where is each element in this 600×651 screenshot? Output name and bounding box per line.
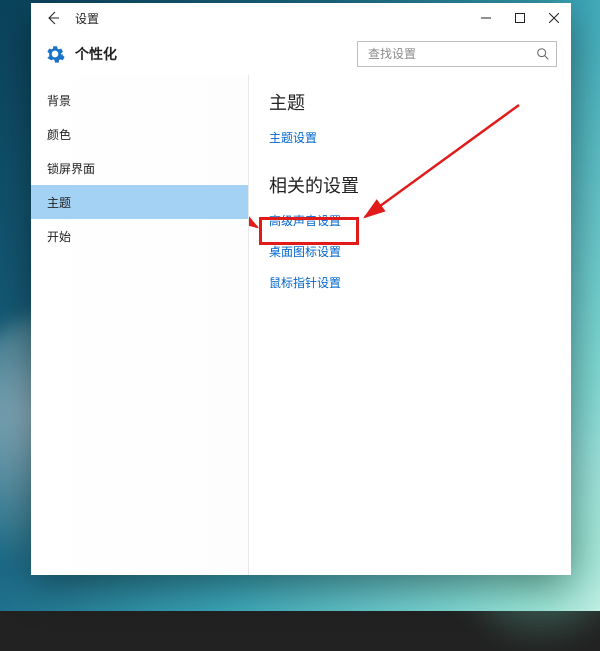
- sidebar-item-label: 颜色: [47, 126, 71, 143]
- link-desktop-icon-settings[interactable]: 桌面图标设置: [269, 243, 571, 260]
- search-input[interactable]: [366, 46, 536, 62]
- sidebar-item-background[interactable]: 背景: [31, 83, 248, 117]
- sidebar-item-colors[interactable]: 颜色: [31, 117, 248, 151]
- back-button[interactable]: [31, 3, 75, 33]
- minimize-button[interactable]: [469, 3, 503, 33]
- sidebar-item-start[interactable]: 开始: [31, 219, 248, 253]
- search-box[interactable]: [357, 41, 557, 67]
- settings-window: 设置 个性化: [31, 3, 571, 575]
- minimize-icon: [481, 13, 491, 23]
- header: 个性化: [31, 33, 571, 75]
- arrow-left-icon: [45, 10, 61, 26]
- close-icon: [549, 13, 559, 23]
- link-mouse-pointer[interactable]: 鼠标指针设置: [269, 274, 571, 291]
- window-controls: [469, 3, 571, 33]
- link-theme-settings[interactable]: 主题设置: [269, 129, 571, 146]
- sidebar-item-label: 开始: [47, 228, 71, 245]
- section-title-themes: 主题: [269, 89, 571, 115]
- content-pane: 主题 主题设置 相关的设置 高级声音设置 桌面图标设置 鼠标指针设置: [249, 75, 571, 575]
- sidebar-item-label: 锁屏界面: [47, 160, 95, 177]
- close-button[interactable]: [537, 3, 571, 33]
- maximize-button[interactable]: [503, 3, 537, 33]
- link-advanced-sound[interactable]: 高级声音设置: [269, 212, 571, 229]
- titlebar: 设置: [31, 3, 571, 33]
- sidebar-item-label: 主题: [47, 194, 71, 211]
- sidebar-item-themes[interactable]: 主题: [31, 185, 248, 219]
- sidebar-item-label: 背景: [47, 92, 71, 109]
- sidebar: 背景 颜色 锁屏界面 主题 开始: [31, 75, 249, 575]
- window-body: 背景 颜色 锁屏界面 主题 开始 主题 主题设置 相关的设置 高级声音设置 桌面…: [31, 75, 571, 575]
- maximize-icon: [515, 13, 525, 23]
- page-title: 个性化: [75, 44, 117, 64]
- section-title-related: 相关的设置: [269, 172, 571, 198]
- search-icon: [536, 47, 550, 61]
- gear-icon: [45, 44, 65, 64]
- window-title: 设置: [75, 10, 99, 27]
- sidebar-item-lockscreen[interactable]: 锁屏界面: [31, 151, 248, 185]
